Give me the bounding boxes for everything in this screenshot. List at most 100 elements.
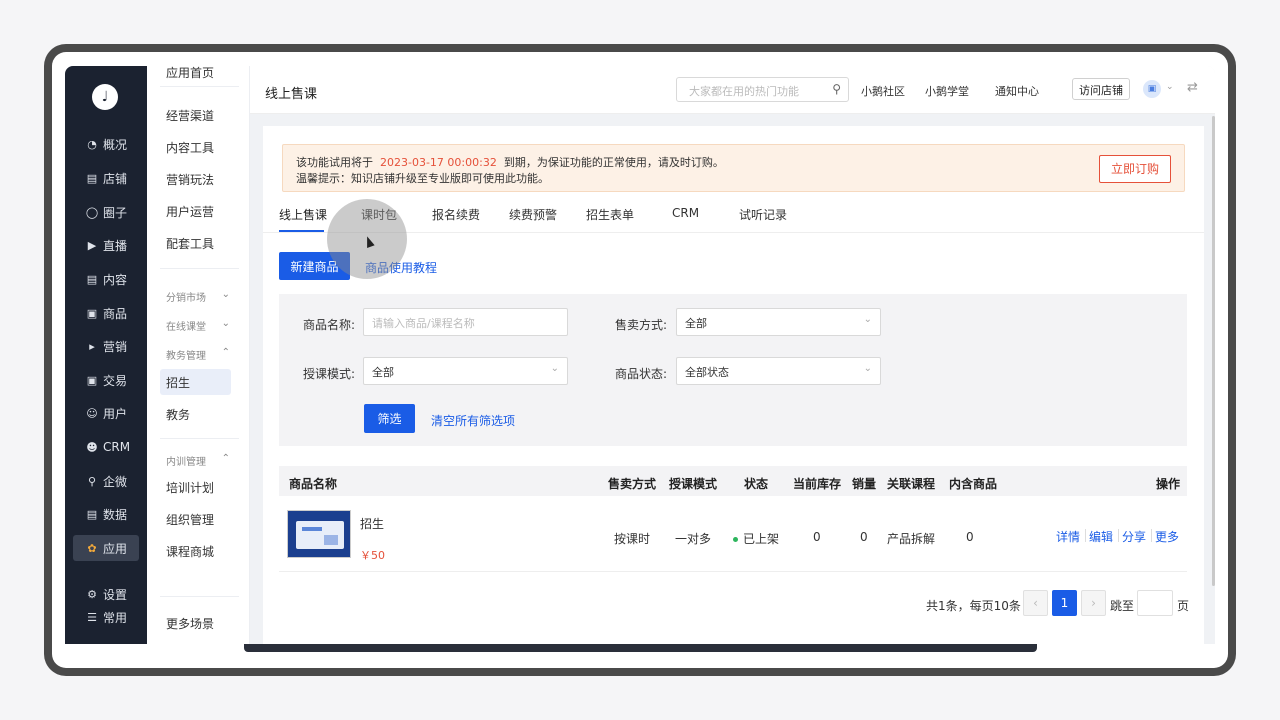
nav-item-live[interactable]: ▶ 直播 xyxy=(73,232,139,258)
tab-renew-alert[interactable]: 续费预警 xyxy=(509,206,557,223)
more-link[interactable]: 更多 xyxy=(1155,528,1179,545)
divider xyxy=(1118,529,1119,542)
pie-chart-icon: ◔ xyxy=(87,137,97,151)
tab-trial-records[interactable]: 试听记录 xyxy=(739,206,787,223)
sub-nav-content-tools[interactable]: 内容工具 xyxy=(166,139,214,156)
link-school[interactable]: 小鹅学堂 xyxy=(925,83,969,99)
product-price: ￥50 xyxy=(360,549,385,562)
tab-enroll-form[interactable]: 招生表单 xyxy=(586,206,634,223)
chevron-down-icon: ⌄ xyxy=(863,314,872,325)
nav-item-crm[interactable]: ☻ CRM xyxy=(73,434,139,460)
sub-nav-app-home[interactable]: 应用首页 xyxy=(166,66,214,81)
list-icon: ☰ xyxy=(87,610,97,624)
cell-linked-course: 产品拆解 xyxy=(887,532,936,546)
nav-item-users[interactable]: ☺ 用户 xyxy=(73,400,139,426)
nav-item-marketing[interactable]: ▸ 营销 xyxy=(73,333,139,359)
teach-mode-select[interactable]: 全部 ⌄ xyxy=(363,357,568,385)
nav-item-data[interactable]: ▤ 数据 xyxy=(73,501,139,527)
sub-nav-course-mall[interactable]: 课程商城 xyxy=(166,543,214,560)
trial-notice: 该功能试用将于 2023-03-17 00:00:32 到期，为保证功能的正常使… xyxy=(282,144,1185,192)
sub-nav-org-manage[interactable]: 组织管理 xyxy=(166,511,214,528)
screen: ♩ ◔ 概况 ▤ 店铺 ◯ 圈子 ▶ 直播 ▤ 内容 ▣ 商品 ▸ 营销 ▣ 交易 ☺ 用户 ☻ C… xyxy=(52,52,1228,668)
trade-icon: ▣ xyxy=(86,373,98,387)
switch-icon[interactable]: ⇄ xyxy=(1187,80,1198,95)
page-1-button[interactable]: 1 xyxy=(1052,590,1077,616)
table-header: 商品名称 售卖方式 授课模式 状态 当前库存 销量 关联课程 内含商品 操作 xyxy=(279,466,1187,496)
next-page-button[interactable]: › xyxy=(1081,590,1106,616)
th-product-name: 商品名称 xyxy=(289,477,338,491)
sub-nav-marketing-play[interactable]: 营销玩法 xyxy=(166,171,214,188)
sub-nav-group-distribution[interactable]: 分销市场 ⌄ xyxy=(166,289,230,304)
document-icon: ▤ xyxy=(86,272,98,286)
chevron-down-icon[interactable]: ⌄ xyxy=(1166,82,1174,92)
group-icon: ◯ xyxy=(85,205,99,219)
divider xyxy=(160,268,239,269)
jump-page-input[interactable] xyxy=(1137,590,1173,616)
link-community[interactable]: 小鹅社区 xyxy=(861,83,905,99)
scrollbar[interactable] xyxy=(1212,116,1215,586)
sub-nav-group-training[interactable]: 内训管理 ⌃ xyxy=(166,453,230,468)
nav-item-circle[interactable]: ◯ 圈子 xyxy=(73,199,139,225)
sub-nav-group-edu[interactable]: 教务管理 ⌃ xyxy=(166,347,230,362)
box-icon: ▣ xyxy=(86,306,98,320)
nav-item-products[interactable]: ▣ 商品 xyxy=(73,300,139,326)
sub-nav-group-online-class[interactable]: 在线课堂 ⌄ xyxy=(166,318,230,333)
search-icon[interactable]: ⚲ xyxy=(832,82,841,96)
jump-label: 跳至 xyxy=(1110,599,1135,613)
product-thumbnail[interactable] xyxy=(287,510,351,558)
chevron-down-icon: ⌄ xyxy=(221,289,230,300)
nav-item-common[interactable]: ☰ 常用 xyxy=(73,604,139,630)
cell-sales: 0 xyxy=(860,530,868,544)
subscribe-button[interactable]: 立即订购 xyxy=(1099,155,1171,183)
product-name-input[interactable]: 请输入商品/课程名称 xyxy=(363,308,568,336)
share-link[interactable]: 分享 xyxy=(1122,528,1146,545)
tab-online-sale[interactable]: 线上售课 xyxy=(279,206,327,223)
sub-nav-support-tools[interactable]: 配套工具 xyxy=(166,235,214,252)
nav-item-overview[interactable]: ◔ 概况 xyxy=(73,131,139,157)
chevron-up-icon: ⌃ xyxy=(221,453,230,464)
page-title: 线上售课 xyxy=(265,87,318,102)
nav-item-trade[interactable]: ▣ 交易 xyxy=(73,367,139,393)
bottom-toolbar xyxy=(244,644,1037,652)
link-notifications[interactable]: 通知中心 xyxy=(995,83,1039,99)
chevron-left-icon: ‹ xyxy=(1033,596,1038,610)
prev-page-button[interactable]: ‹ xyxy=(1023,590,1048,616)
nav-item-store[interactable]: ▤ 店铺 xyxy=(73,165,139,191)
nav-item-content[interactable]: ▤ 内容 xyxy=(73,266,139,292)
visit-store-button[interactable]: 访问店铺 xyxy=(1072,78,1130,100)
filter-panel: 商品名称: 请输入商品/课程名称 售卖方式: 全部 ⌄ 授课模式: 全部 ⌄ 商品状… xyxy=(279,294,1187,446)
divider xyxy=(160,86,239,87)
chevron-down-icon: ⌄ xyxy=(863,363,872,374)
sub-nav-training-plan[interactable]: 培训计划 xyxy=(166,479,214,496)
nav-item-wecom[interactable]: ⚲ 企微 xyxy=(73,468,139,494)
product-name[interactable]: 招生 xyxy=(360,515,384,532)
app-logo-icon[interactable]: ♩ xyxy=(92,84,118,110)
edit-link[interactable]: 编辑 xyxy=(1089,528,1113,545)
main-sidebar: ♩ ◔ 概况 ▤ 店铺 ◯ 圈子 ▶ 直播 ▤ 内容 ▣ 商品 ▸ 营销 ▣ 交易 ☺ 用户 ☻ C… xyxy=(65,66,147,644)
th-included: 内含商品 xyxy=(949,477,998,491)
avatar[interactable]: ▣ xyxy=(1143,80,1161,98)
product-name-label: 商品名称: xyxy=(302,318,355,332)
nav-item-apps[interactable]: ✿ 应用 xyxy=(73,535,139,561)
tab-crm[interactable]: CRM xyxy=(672,206,699,220)
tab-renew[interactable]: 报名续费 xyxy=(432,206,480,223)
product-status-select[interactable]: 全部状态 ⌄ xyxy=(676,357,881,385)
sub-nav-more-scenes[interactable]: 更多场景 xyxy=(166,615,214,632)
page-label: 页 xyxy=(1177,599,1190,613)
th-sales: 销量 xyxy=(852,477,877,491)
data-icon: ▤ xyxy=(86,507,98,521)
sub-nav-enrollment[interactable]: 招生 xyxy=(166,374,190,391)
filter-button[interactable]: 筛选 xyxy=(364,404,415,433)
chevron-right-icon: › xyxy=(1091,596,1096,610)
chevron-down-icon: ⌄ xyxy=(550,363,559,374)
sub-nav-channels[interactable]: 经营渠道 xyxy=(166,107,214,124)
clear-filters-link[interactable]: 清空所有筛选项 xyxy=(431,412,515,429)
sale-method-select[interactable]: 全部 ⌄ xyxy=(676,308,881,336)
cell-included: 0 xyxy=(966,530,974,544)
sub-nav-user-ops[interactable]: 用户运营 xyxy=(166,203,214,220)
user-icon: ☺ xyxy=(86,406,98,420)
sale-method-label: 售卖方式: xyxy=(614,318,667,332)
sub-nav-academic[interactable]: 教务 xyxy=(166,406,190,423)
detail-link[interactable]: 详情 xyxy=(1056,528,1080,545)
search-input[interactable]: 大家都在用的热门功能 ⚲ xyxy=(676,77,849,102)
